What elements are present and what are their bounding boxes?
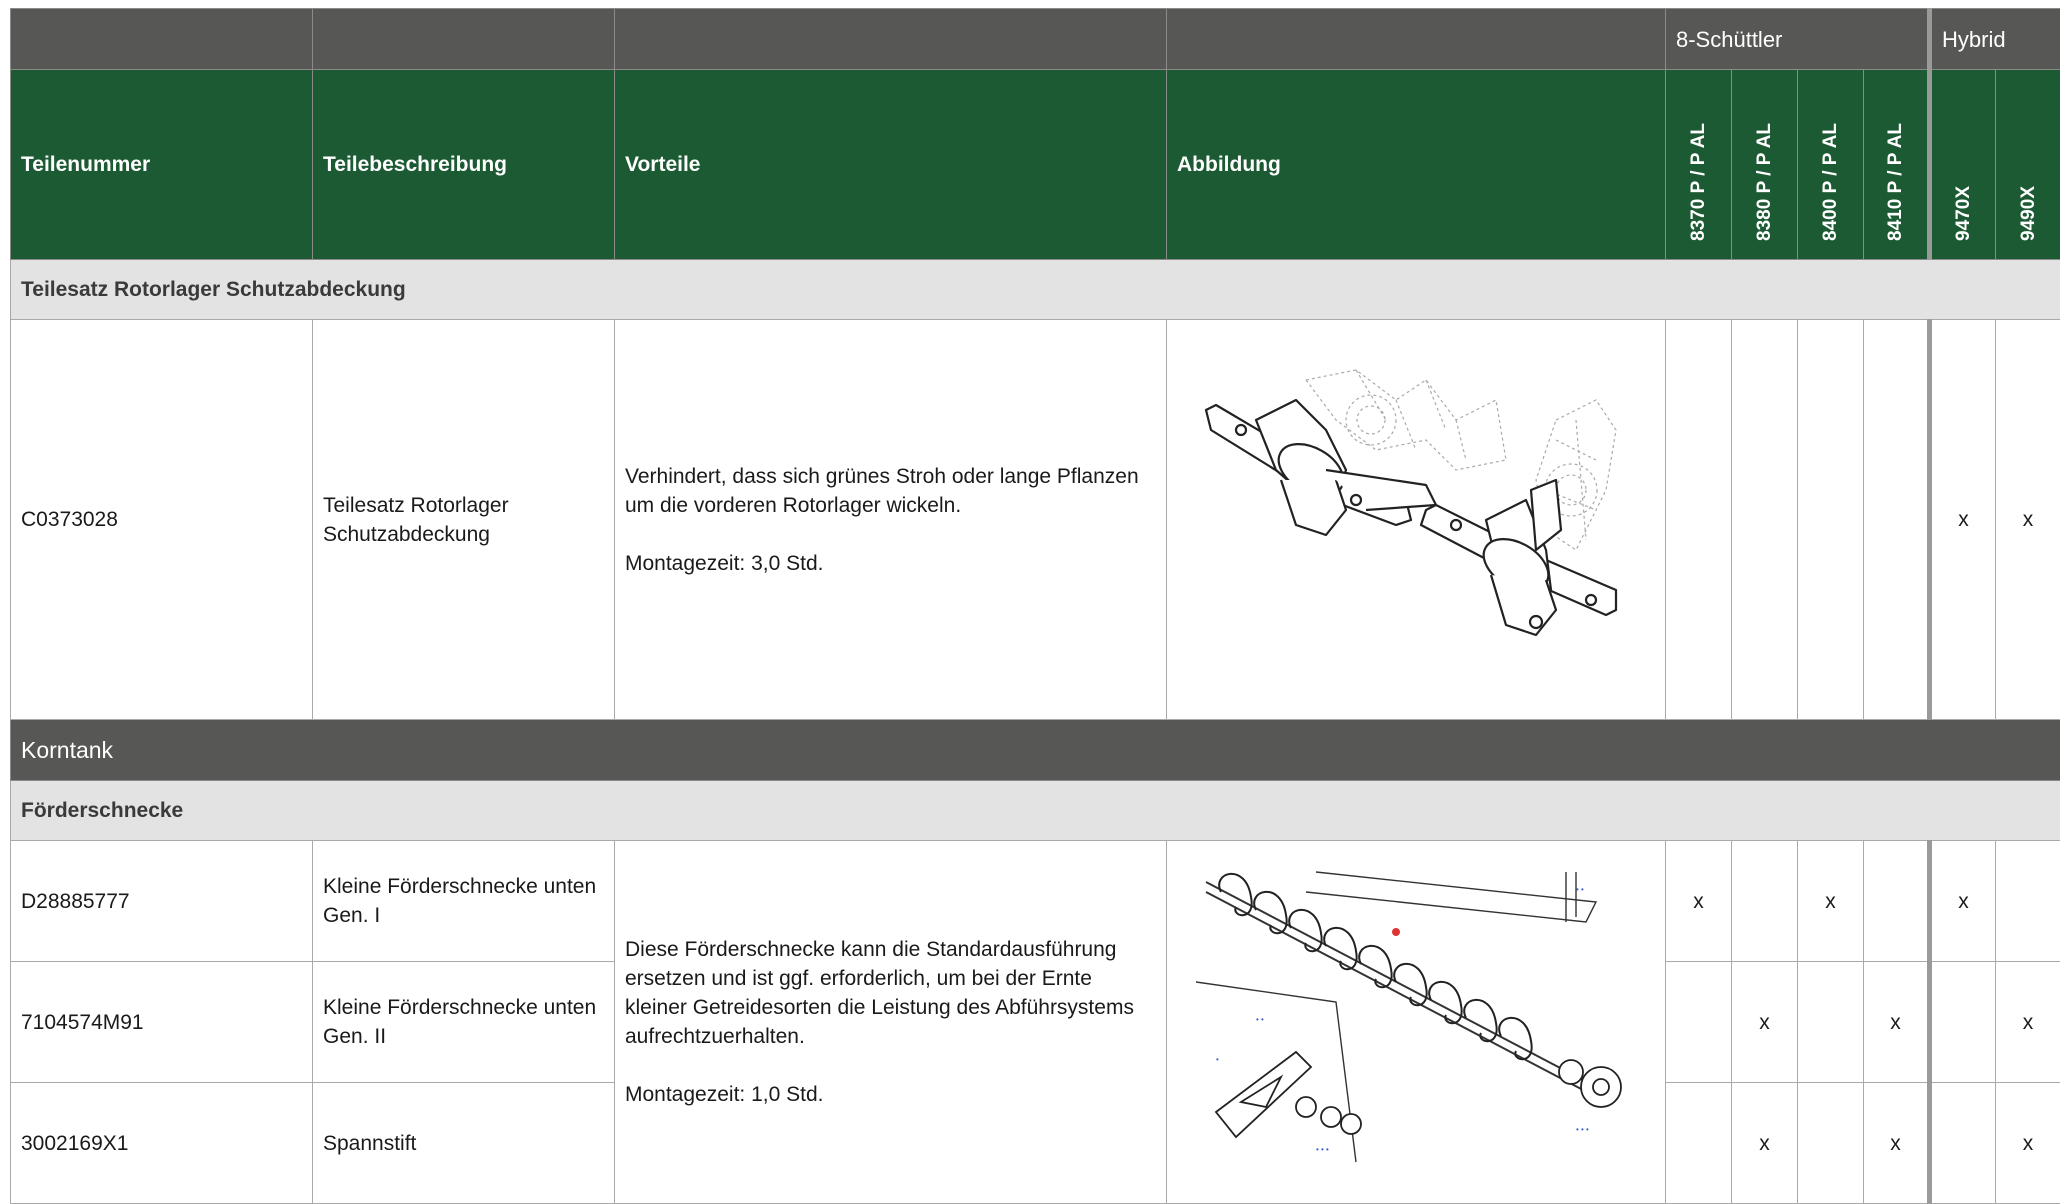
compat-mark: [1798, 1083, 1864, 1204]
subsection-title-row: Förderschnecke: [11, 781, 2060, 841]
assembly-time: Montagezeit: 1,0 Std.: [625, 1080, 1156, 1109]
part-description: Spannstift: [313, 1083, 615, 1204]
model-label: 9470X: [1949, 186, 1978, 241]
part-number: 7104574M91: [11, 962, 313, 1083]
model-label: 9490X: [2014, 186, 2043, 241]
part-description: Kleine Förderschnecke unten Gen. I: [313, 841, 615, 962]
col-header-model: 8380 P / P AL: [1732, 70, 1798, 260]
parts-page: 8-Schüttler Hybrid Teilenummer Teilebesc…: [0, 0, 2060, 1198]
header-group-row: 8-Schüttler Hybrid: [11, 9, 2060, 70]
part-description: Kleine Förderschnecke unten Gen. II: [313, 962, 615, 1083]
benefit-cell: Diese Förderschnecke kann die Standardau…: [615, 841, 1167, 1204]
group-empty-cell: [1167, 9, 1666, 70]
col-header-model: 8400 P / P AL: [1798, 70, 1864, 260]
group-empty-cell: [11, 9, 313, 70]
col-header-model: 9470X: [1930, 70, 1996, 260]
section-title-row: Korntank: [11, 720, 2060, 781]
compat-mark: x: [1996, 320, 2060, 720]
group-8-schuettler: 8-Schüttler: [1666, 9, 1930, 70]
section-title: Teilesatz Rotorlager Schutzabdeckung: [11, 260, 2060, 320]
benefit-text: Verhindert, dass sich grünes Stroh oder …: [625, 462, 1156, 520]
parts-table: 8-Schüttler Hybrid Teilenummer Teilebesc…: [10, 8, 2060, 1204]
part-description: Teilesatz Rotorlager Schutzabdeckung: [313, 320, 615, 720]
col-header-teilenummer: Teilenummer: [11, 70, 313, 260]
compat-mark: x: [1864, 962, 1930, 1083]
svg-text:• •: • •: [1256, 1015, 1264, 1024]
col-header-vorteile: Vorteile: [615, 70, 1167, 260]
svg-text:• • •: • • •: [1576, 1125, 1589, 1134]
assembly-time: Montagezeit: 3,0 Std.: [625, 549, 1156, 578]
section-title: Korntank: [11, 720, 2060, 781]
compat-mark: [1798, 962, 1864, 1083]
rotor-bearing-cover-illustration: [1196, 360, 1636, 680]
col-header-model: 9490X: [1996, 70, 2060, 260]
compat-mark: [1666, 962, 1732, 1083]
group-empty-cell: [313, 9, 615, 70]
col-header-model: 8410 P / P AL: [1864, 70, 1930, 260]
compat-mark: x: [1732, 962, 1798, 1083]
compat-mark: [1798, 320, 1864, 720]
compat-mark: [1732, 841, 1798, 962]
compat-mark: x: [1798, 841, 1864, 962]
compat-mark: [1930, 962, 1996, 1083]
auger-illustration: • • • • • • • • • • •: [1196, 862, 1636, 1182]
part-number: C0373028: [11, 320, 313, 720]
illustration-cell: [1167, 320, 1666, 720]
compat-mark: [1666, 1083, 1732, 1204]
model-label: 8380 P / P AL: [1750, 123, 1779, 241]
model-label: 8410 P / P AL: [1881, 123, 1910, 241]
compat-mark: x: [1666, 841, 1732, 962]
compat-mark: x: [1930, 320, 1996, 720]
col-header-model: 8370 P / P AL: [1666, 70, 1732, 260]
illustration-cell: • • • • • • • • • • •: [1167, 841, 1666, 1204]
model-label: 8370 P / P AL: [1684, 123, 1713, 241]
compat-mark: [1666, 320, 1732, 720]
compat-mark: x: [1930, 841, 1996, 962]
part-number: D28885777: [11, 841, 313, 962]
table-row: C0373028 Teilesatz Rotorlager Schutzabde…: [11, 320, 2060, 720]
header-row: Teilenummer Teilebeschreibung Vorteile A…: [11, 70, 2060, 260]
svg-text:• •: • •: [1576, 885, 1584, 894]
compat-mark: x: [1864, 1083, 1930, 1204]
compat-mark: [1732, 320, 1798, 720]
model-label: 8400 P / P AL: [1816, 123, 1845, 241]
compat-mark: [1864, 841, 1930, 962]
part-number: 3002169X1: [11, 1083, 313, 1204]
compat-mark: [1864, 320, 1930, 720]
group-hybrid: Hybrid: [1930, 9, 2060, 70]
subsection-title: Förderschnecke: [11, 781, 2060, 841]
benefit-cell: Verhindert, dass sich grünes Stroh oder …: [615, 320, 1167, 720]
col-header-teilebeschreibung: Teilebeschreibung: [313, 70, 615, 260]
svg-text:• • •: • • •: [1316, 1145, 1329, 1154]
table-row: D28885777 Kleine Förderschnecke unten Ge…: [11, 841, 2060, 962]
compat-mark: x: [1996, 962, 2060, 1083]
svg-text:•: •: [1216, 1055, 1219, 1064]
col-header-abbildung: Abbildung: [1167, 70, 1666, 260]
compat-mark: x: [1996, 1083, 2060, 1204]
group-empty-cell: [615, 9, 1167, 70]
compat-mark: [1930, 1083, 1996, 1204]
compat-mark: x: [1732, 1083, 1798, 1204]
compat-mark: [1996, 841, 2060, 962]
section-title-row: Teilesatz Rotorlager Schutzabdeckung: [11, 260, 2060, 320]
benefit-text: Diese Förderschnecke kann die Standardau…: [625, 935, 1156, 1051]
